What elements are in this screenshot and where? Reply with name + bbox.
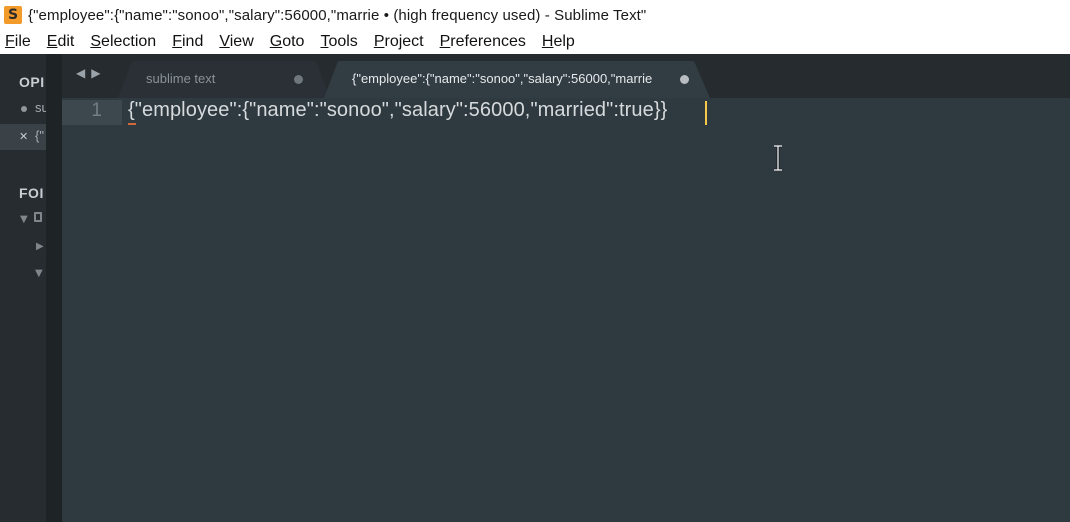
menu-preferences[interactable]: Preferences bbox=[440, 33, 526, 51]
chevron-right-icon[interactable]: ▶ bbox=[36, 241, 44, 252]
sidebar-open-file-sublime-text[interactable]: su bbox=[0, 96, 46, 122]
text-caret bbox=[705, 101, 707, 125]
sidebar-file-label: su bbox=[35, 100, 46, 115]
sidebar: OPI su ✕ {" FOI ▼ ▶ ▼ bbox=[0, 54, 46, 522]
sidebar-open-file-employee[interactable]: ✕ {" bbox=[0, 124, 46, 150]
tab-label: {"employee":{"name":"sonoo","salary":560… bbox=[352, 71, 653, 86]
menu-selection[interactable]: Selection bbox=[90, 33, 156, 51]
bracket-match-underline bbox=[128, 123, 136, 125]
lock-icon bbox=[34, 212, 42, 222]
menu-tools[interactable]: Tools bbox=[320, 33, 357, 51]
ibeam-cursor-icon bbox=[774, 145, 782, 171]
menu-goto[interactable]: Goto bbox=[270, 33, 305, 51]
tab-bar: ◀▶ sublime text {"employee":{"name":"son… bbox=[62, 54, 1070, 98]
menu-view[interactable]: View bbox=[219, 33, 253, 51]
chevron-down-icon[interactable]: ▼ bbox=[20, 214, 28, 225]
tab-employee-json[interactable]: {"employee":{"name":"sonoo","salary":560… bbox=[324, 61, 710, 98]
editor-pane[interactable]: 1 {"employee":{"name":"sonoo","salary":5… bbox=[62, 98, 1070, 522]
chevron-down-icon[interactable]: ▼ bbox=[35, 268, 43, 279]
folders-header: FOI bbox=[19, 185, 44, 201]
unsaved-dot-icon[interactable] bbox=[294, 75, 303, 84]
sublime-text-logo-icon: S bbox=[4, 6, 22, 24]
file-bullet-icon bbox=[21, 106, 27, 112]
window-title: {"employee":{"name":"sonoo","salary":560… bbox=[28, 6, 647, 24]
title-bar: S {"employee":{"name":"sonoo","salary":5… bbox=[0, 0, 1070, 30]
line-number: 1 bbox=[91, 100, 102, 121]
tab-sublime-text[interactable]: sublime text bbox=[118, 61, 330, 98]
code-line[interactable]: {"employee":{"name":"sonoo","salary":560… bbox=[128, 99, 667, 122]
menu-file[interactable]: File bbox=[5, 33, 31, 51]
menu-edit[interactable]: Edit bbox=[47, 33, 75, 51]
open-files-header: OPI bbox=[19, 74, 45, 90]
sidebar-splitter[interactable] bbox=[46, 54, 62, 522]
menu-project[interactable]: Project bbox=[374, 33, 424, 51]
tab-label: sublime text bbox=[146, 71, 216, 86]
unsaved-dot-icon[interactable] bbox=[680, 75, 689, 84]
tab-nav-arrows-icon[interactable]: ◀▶ bbox=[76, 66, 106, 80]
close-icon[interactable]: ✕ bbox=[19, 130, 28, 143]
sidebar-file-label: {" bbox=[35, 128, 44, 143]
menu-find[interactable]: Find bbox=[172, 33, 203, 51]
menu-bar: File Edit Selection Find View Goto Tools… bbox=[0, 30, 1070, 54]
menu-help[interactable]: Help bbox=[542, 33, 575, 51]
